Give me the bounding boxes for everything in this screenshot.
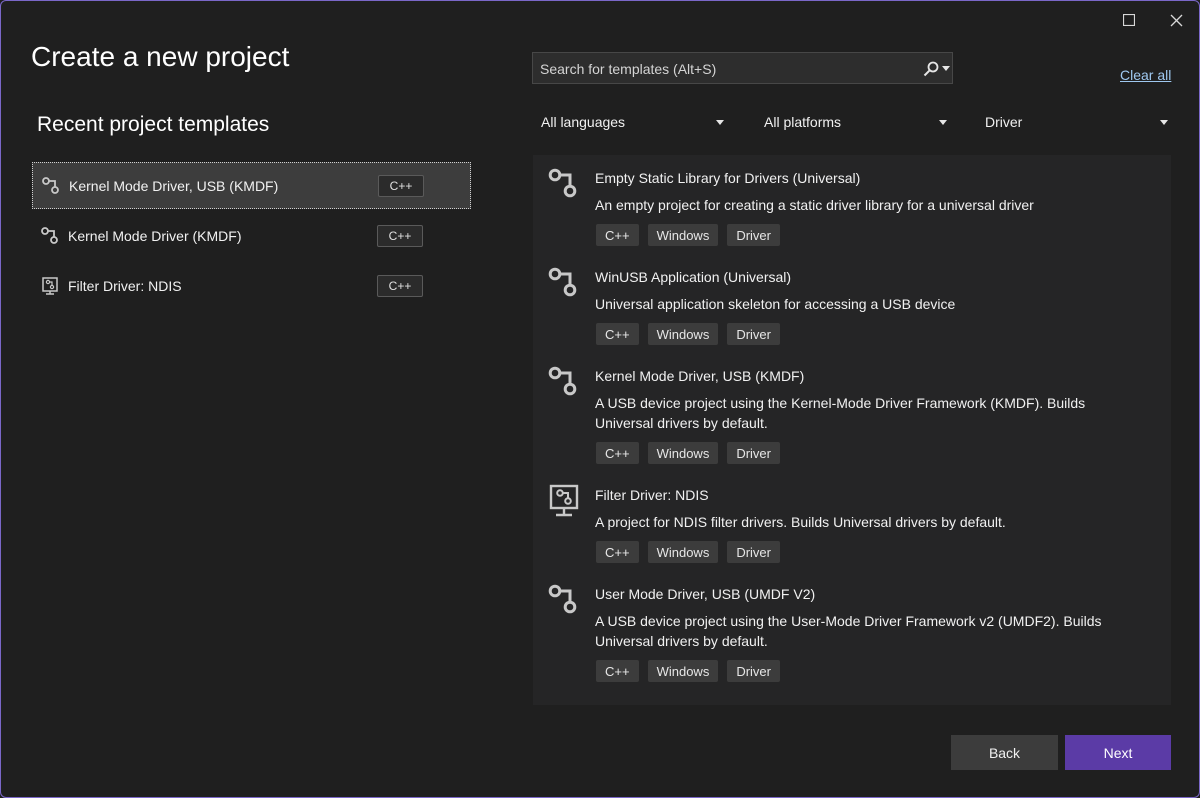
template-item-static-library[interactable]: Empty Static Library for Drivers (Univer… <box>533 155 1171 254</box>
usb-driver-icon <box>41 226 58 244</box>
template-item-kmdf-usb[interactable]: Kernel Mode Driver, USB (KMDF) A USB dev… <box>533 353 1171 472</box>
network-driver-icon <box>42 276 58 295</box>
template-description: Universal application skeleton for acces… <box>595 296 956 312</box>
template-tags: C++ Windows Driver <box>596 323 780 345</box>
platform-tag: Windows <box>647 442 719 464</box>
usb-driver-icon <box>548 366 577 396</box>
language-tag: C++ <box>596 660 639 682</box>
next-button-label: Next <box>1103 744 1133 761</box>
chevron-down-icon <box>716 120 724 125</box>
language-tag: C++ <box>596 323 639 345</box>
maximize-icon <box>1123 14 1135 26</box>
back-button-label: Back <box>988 744 1021 761</box>
platform-tag: Windows <box>647 541 719 563</box>
language-tag: C++ <box>596 224 639 246</box>
project-type-tag: Driver <box>727 442 780 464</box>
language-filter-value: All languages <box>541 114 626 130</box>
template-title: WinUSB Application (Universal) <box>595 269 792 285</box>
language-tag: C++ <box>596 442 639 464</box>
platform-tag: Windows <box>647 323 719 345</box>
recent-item-label: Kernel Mode Driver, USB (KMDF) <box>69 177 279 194</box>
project-type-filter-value: Driver <box>985 114 1023 130</box>
usb-driver-icon <box>42 176 59 194</box>
template-tags: C++ Windows Driver <box>596 442 780 464</box>
maximize-button[interactable] <box>1114 7 1144 33</box>
language-tag: C++ <box>377 274 423 297</box>
chevron-down-icon <box>1160 120 1168 125</box>
close-icon <box>1170 14 1182 26</box>
usb-driver-icon <box>548 168 577 198</box>
project-type-tag: Driver <box>727 224 780 246</box>
project-type-filter-dropdown[interactable]: Driver <box>976 107 1172 137</box>
language-tag: C++ <box>596 541 639 563</box>
template-item-umdf-usb[interactable]: User Mode Driver, USB (UMDF V2) A USB de… <box>533 571 1171 690</box>
recent-item-label: Filter Driver: NDIS <box>68 277 182 294</box>
platform-filter-value: All platforms <box>764 114 842 130</box>
close-button[interactable] <box>1161 7 1191 33</box>
network-driver-icon <box>549 484 579 517</box>
page-title: Create a new project <box>31 41 290 72</box>
language-filter-dropdown[interactable]: All languages <box>532 107 728 137</box>
recent-item-kmdf[interactable]: Kernel Mode Driver (KMDF) C++ <box>32 212 471 259</box>
usb-driver-icon <box>548 584 577 614</box>
recent-templates-heading: Recent project templates <box>37 113 270 136</box>
template-title: Filter Driver: NDIS <box>595 487 709 503</box>
platform-tag: Windows <box>647 224 719 246</box>
platform-filter-dropdown[interactable]: All platforms <box>755 107 951 137</box>
template-description: A project for NDIS filter drivers. Build… <box>595 514 1006 530</box>
template-results-list: Empty Static Library for Drivers (Univer… <box>533 155 1171 705</box>
recent-templates-list: Kernel Mode Driver, USB (KMDF) C++ Kerne… <box>32 162 471 312</box>
chevron-down-icon[interactable] <box>942 66 950 72</box>
language-tag: C++ <box>377 224 423 247</box>
template-item-ndis-filter[interactable]: Filter Driver: NDIS A project for NDIS f… <box>533 472 1171 571</box>
template-title: Empty Static Library for Drivers (Univer… <box>595 170 861 186</box>
project-type-tag: Driver <box>727 323 780 345</box>
platform-tag: Windows <box>647 660 719 682</box>
template-description: A USB device project using the Kernel-Mo… <box>595 395 1086 431</box>
search-icon[interactable] <box>921 59 941 79</box>
project-type-tag: Driver <box>727 660 780 682</box>
template-item-winusb[interactable]: WinUSB Application (Universal) Universal… <box>533 254 1171 353</box>
template-search-box[interactable] <box>532 52 953 84</box>
chevron-down-icon <box>939 120 947 125</box>
template-title: User Mode Driver, USB (UMDF V2) <box>595 586 816 602</box>
template-title: Kernel Mode Driver, USB (KMDF) <box>595 368 805 384</box>
clear-all-link[interactable]: Clear all <box>1120 67 1171 83</box>
template-description: An empty project for creating a static d… <box>595 197 1034 213</box>
recent-item-label: Kernel Mode Driver (KMDF) <box>68 227 242 244</box>
template-tags: C++ Windows Driver <box>596 660 780 682</box>
back-button[interactable]: Back <box>951 735 1058 770</box>
template-description: A USB device project using the User-Mode… <box>595 613 1102 649</box>
next-button[interactable]: Next <box>1065 735 1171 770</box>
usb-driver-icon <box>548 267 577 297</box>
language-tag: C++ <box>378 174 424 197</box>
new-project-dialog: Create a new project Recent project temp… <box>0 0 1200 798</box>
search-input[interactable] <box>538 58 912 80</box>
template-tags: C++ Windows Driver <box>596 224 780 246</box>
recent-item-kmdf-usb[interactable]: Kernel Mode Driver, USB (KMDF) C++ <box>32 162 471 209</box>
template-tags: C++ Windows Driver <box>596 541 780 563</box>
recent-item-ndis[interactable]: Filter Driver: NDIS C++ <box>32 262 471 309</box>
project-type-tag: Driver <box>727 541 780 563</box>
